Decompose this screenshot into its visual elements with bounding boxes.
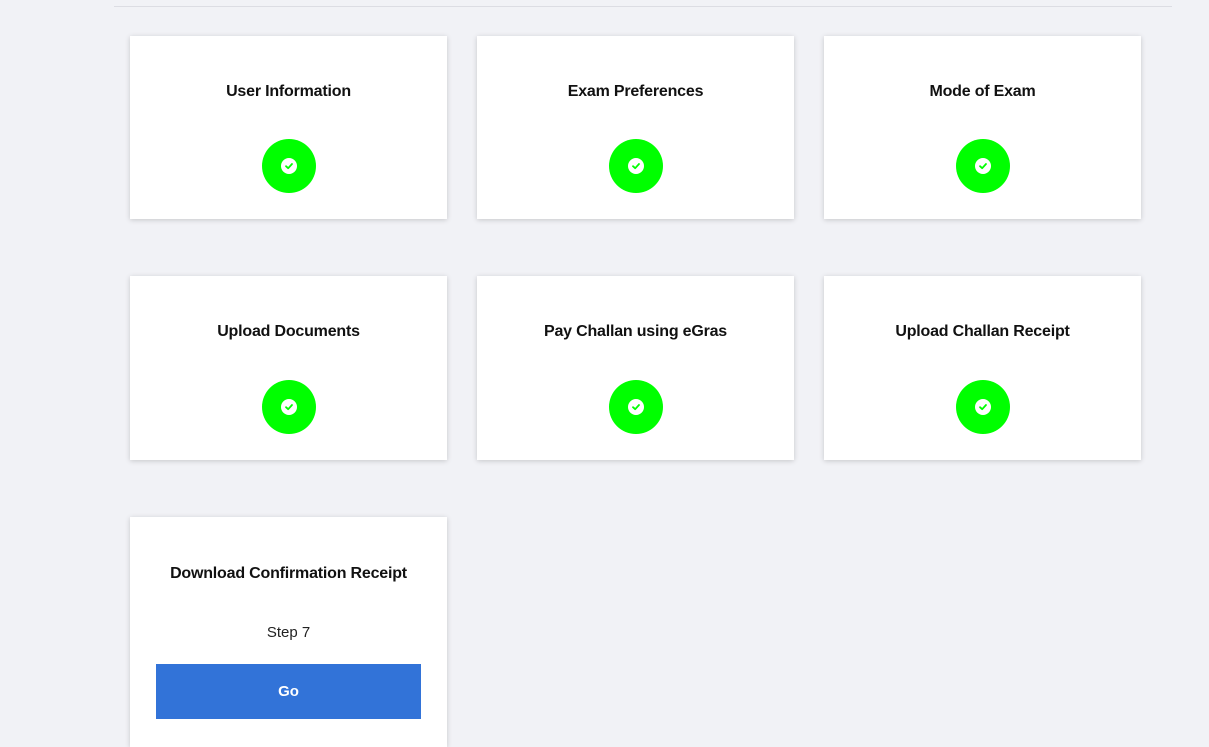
step-title: Pay Challan using eGras [543,323,728,340]
step-title: Mode of Exam [929,83,1036,100]
check-circle-icon [955,139,1010,193]
check-circle-icon [608,139,663,193]
step-card-upload-documents[interactable]: Upload Documents [130,276,447,460]
check-circle-icon [608,380,663,434]
step-number-label: Step 7 [266,624,311,641]
top-divider [114,6,1172,7]
step-card-download-confirmation: Download Confirmation Receipt Step 7 Go [130,517,447,747]
step-title: Upload Documents [217,323,360,340]
step-card-exam-preferences[interactable]: Exam Preferences [477,36,794,219]
step-card-pay-challan[interactable]: Pay Challan using eGras [477,276,794,460]
step-card-user-information[interactable]: User Information [130,36,447,219]
check-circle-icon [261,380,316,434]
go-button[interactable]: Go [156,664,421,719]
step-card-upload-challan-receipt[interactable]: Upload Challan Receipt [824,276,1141,460]
check-circle-icon [261,139,316,193]
step-title: Upload Challan Receipt [895,323,1070,340]
step-title: User Information [226,83,351,100]
step-title: Download Confirmation Receipt [170,565,407,582]
step-title: Exam Preferences [567,83,704,100]
check-circle-icon [955,380,1010,434]
step-card-mode-of-exam[interactable]: Mode of Exam [824,36,1141,219]
